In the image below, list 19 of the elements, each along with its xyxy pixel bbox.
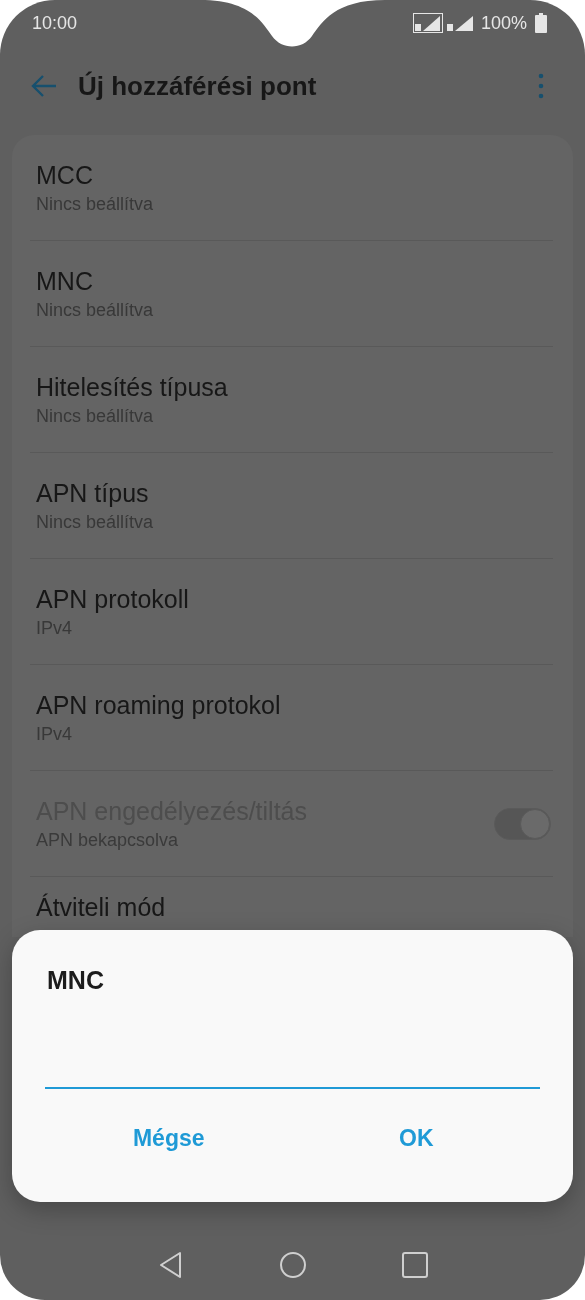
- cancel-button[interactable]: Mégse: [45, 1115, 293, 1162]
- dialog-title: MNC: [47, 966, 105, 995]
- back-nav-icon[interactable]: [157, 1251, 184, 1279]
- setting-title: APN roaming protokol: [36, 689, 282, 721]
- setting-title: MNC: [36, 265, 94, 297]
- ok-button[interactable]: OK: [292, 1115, 540, 1162]
- battery-icon: [535, 13, 547, 33]
- setting-title: MCC: [36, 159, 94, 191]
- sim-signal-icon: [446, 13, 475, 33]
- setting-title: APN típus: [36, 477, 150, 509]
- setting-title: APN protokoll: [36, 583, 190, 615]
- setting-title: Hitelesítés típusa: [36, 371, 229, 403]
- recents-icon[interactable]: [401, 1252, 428, 1278]
- battery-percent: 100%: [480, 12, 527, 34]
- status-time: 10:00: [32, 12, 78, 34]
- home-icon[interactable]: [278, 1251, 307, 1279]
- screen-title: Új hozzáférési pont: [78, 70, 318, 102]
- sim-signal-icon: [412, 13, 443, 33]
- setting-title: Átviteli mód: [36, 892, 167, 923]
